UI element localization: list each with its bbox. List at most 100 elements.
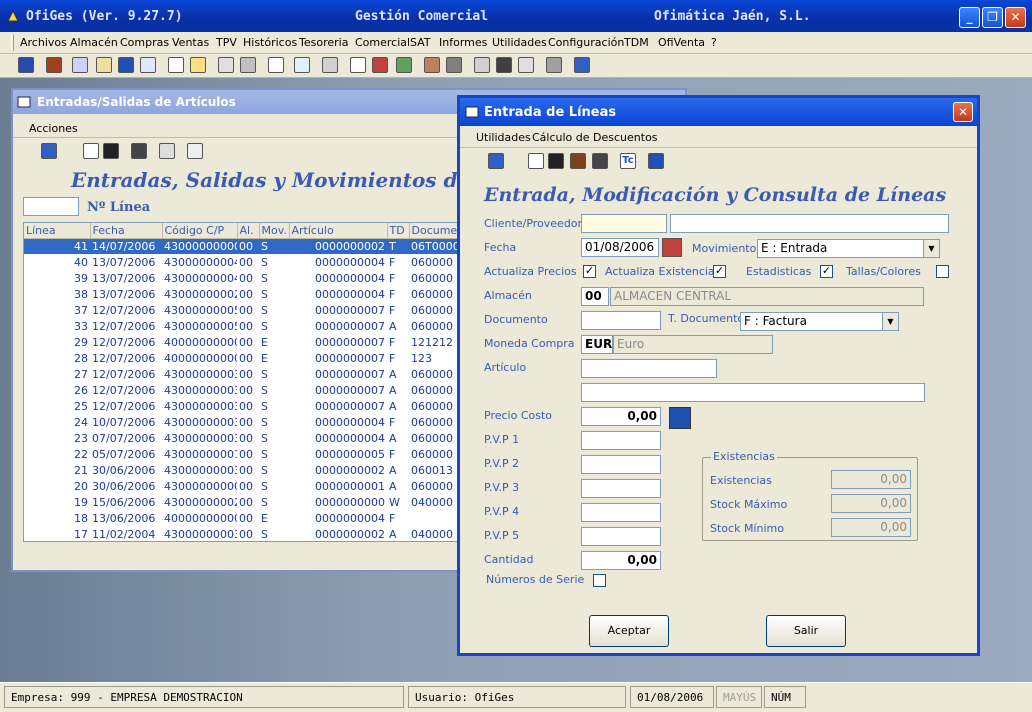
menu-utilidades-dialog[interactable]: Utilidades — [476, 131, 531, 144]
phone-icon[interactable] — [424, 57, 440, 73]
table-row[interactable]: 26 12/07/2006 43000000003 00 S 0000000007 A 060… — [24, 382, 462, 398]
invoice-icon[interactable] — [218, 57, 234, 73]
menu-tesoreria[interactable]: Tesoreria — [299, 36, 348, 49]
calculator-icon[interactable] — [118, 57, 134, 73]
printer-icon[interactable] — [474, 57, 490, 73]
new-document-icon[interactable] — [528, 153, 544, 169]
menu-ventas[interactable]: Ventas — [172, 36, 209, 49]
almacen-code-input[interactable]: 00 — [581, 287, 609, 306]
column-header[interactable]: Fecha — [90, 223, 163, 239]
column-header[interactable]: Al. — [237, 223, 260, 239]
dialog-close-button[interactable]: ✕ — [953, 102, 973, 122]
document-icon[interactable] — [168, 57, 184, 73]
movimiento-select[interactable]: E : Entrada ▼ — [757, 239, 940, 258]
line-number-input[interactable] — [23, 197, 79, 216]
transfer-icon[interactable] — [140, 57, 156, 73]
table-row[interactable]: 27 12/07/2006 43000000003 00 S 0000000007 A 060… — [24, 366, 462, 382]
table-row[interactable]: 37 12/07/2006 43000000005 00 S 0000000007 F 060… — [24, 302, 462, 318]
aceptar-button[interactable]: Aceptar — [589, 615, 669, 647]
menu-almacen[interactable]: Almacén — [70, 36, 118, 49]
salir-button[interactable]: Salir — [766, 615, 846, 647]
pin-icon[interactable] — [372, 57, 388, 73]
calendar-icon[interactable] — [662, 238, 682, 257]
help-book-icon[interactable] — [18, 57, 34, 73]
tc-icon[interactable]: Tc — [620, 153, 636, 169]
table-row[interactable]: 23 07/07/2006 43000000003 00 S 0000000004 A 060… — [24, 430, 462, 446]
forward-icon[interactable] — [159, 143, 175, 159]
table-row[interactable]: 20 30/06/2006 43000000000 00 S 0000000001 A 060… — [24, 478, 462, 494]
binoculars-icon[interactable] — [131, 143, 147, 159]
chevron-down-icon[interactable]: ▼ — [882, 313, 898, 330]
menu-ofiventa[interactable]: OfiVenta — [658, 36, 705, 49]
table-row[interactable]: 21 30/06/2006 43000000003 00 S 0000000002 A 060… — [24, 462, 462, 478]
binoculars-icon[interactable] — [592, 153, 608, 169]
minimize-button[interactable]: _ — [959, 7, 980, 28]
people-icon[interactable] — [72, 57, 88, 73]
pvp5-input[interactable] — [581, 527, 661, 546]
table-row[interactable]: 29 12/07/2006 40000000000 00 E 0000000007 F 121… — [24, 334, 462, 350]
pvp1-input[interactable] — [581, 431, 661, 450]
moneda-code-input[interactable]: EUR — [581, 335, 613, 354]
table-row[interactable]: 19 15/06/2006 43000000002 00 S 0000000000 W 040… — [24, 494, 462, 510]
movements-grid[interactable]: Línea Fecha Código C/P Al. Mov. Artículo TD Doc… — [23, 222, 463, 542]
exit-icon[interactable] — [41, 143, 57, 159]
menu-utilidades[interactable]: Utilidades — [492, 36, 547, 49]
list-icon[interactable] — [322, 57, 338, 73]
menu-help[interactable]: ? — [711, 36, 717, 49]
menu-comercial[interactable]: Comercial — [355, 36, 410, 49]
documento-input[interactable] — [581, 311, 661, 330]
terminal-icon[interactable] — [496, 57, 512, 73]
table-row[interactable]: 25 12/07/2006 43000000003 00 S 0000000007 A 060… — [24, 398, 462, 414]
menu-compras[interactable]: Compras — [120, 36, 169, 49]
table-row[interactable]: 24 10/07/2006 43000000003 00 S 0000000004 F 060… — [24, 414, 462, 430]
column-header[interactable]: Documen — [409, 223, 462, 239]
articulo-desc-input[interactable] — [581, 383, 925, 402]
table-row[interactable]: 39 13/07/2006 43000000004 00 S 0000000004 F 060… — [24, 270, 462, 286]
table-row[interactable]: 17 11/02/2004 43000000003 00 S 0000000002 A 040… — [24, 526, 462, 541]
cliente-code-input[interactable] — [581, 214, 667, 233]
table-row[interactable]: 33 12/07/2006 43000000005 00 S 0000000007 A 060… — [24, 318, 462, 334]
tools-icon[interactable] — [446, 57, 462, 73]
table-row[interactable]: 40 13/07/2006 43000000004 00 S 0000000004 F 060… — [24, 254, 462, 270]
chevron-down-icon[interactable]: ▼ — [923, 240, 939, 257]
column-header[interactable]: Artículo — [289, 223, 388, 239]
column-header[interactable]: TD — [387, 223, 410, 239]
tallas-checkbox[interactable] — [936, 265, 949, 278]
table-row[interactable]: 38 13/07/2006 43000000002 00 S 0000000004 F 060… — [24, 286, 462, 302]
actualiza-precios-checkbox[interactable]: ✓ — [583, 265, 596, 278]
search-doc-icon[interactable] — [294, 57, 310, 73]
close-app-button[interactable]: ✕ — [1005, 7, 1026, 28]
hourglass-icon[interactable] — [350, 57, 366, 73]
new-document-icon[interactable] — [83, 143, 99, 159]
articulo-code-input[interactable] — [581, 359, 717, 378]
person-icon[interactable] — [570, 153, 586, 169]
numeros-serie-checkbox[interactable] — [593, 574, 606, 587]
t-documento-select[interactable]: F : Factura ▼ — [740, 312, 899, 331]
column-header[interactable]: Código C/P — [162, 223, 238, 239]
pvp3-input[interactable] — [581, 479, 661, 498]
grid-icon[interactable] — [187, 143, 203, 159]
view-icon[interactable] — [103, 143, 119, 159]
report-icon[interactable] — [268, 57, 284, 73]
fecha-input[interactable]: 01/08/2006 — [581, 238, 659, 257]
menu-informes[interactable]: Informes — [439, 36, 487, 49]
key-icon[interactable] — [518, 57, 534, 73]
precio-costo-input[interactable]: 0,00 — [581, 407, 661, 426]
column-header[interactable]: Línea — [24, 223, 91, 239]
grid-icon[interactable] — [648, 153, 664, 169]
pvp4-input[interactable] — [581, 503, 661, 522]
pvp2-input[interactable] — [581, 455, 661, 474]
folder-icon[interactable] — [190, 57, 206, 73]
menu-calculo-descuentos[interactable]: Cálculo de Descuentos — [532, 131, 658, 144]
cliente-name-input[interactable] — [670, 214, 949, 233]
print-preview-icon[interactable] — [240, 57, 256, 73]
chart-icon[interactable] — [396, 57, 412, 73]
table-row[interactable]: 28 12/07/2006 40000000000 00 E 0000000007 F 123 — [24, 350, 462, 366]
umbrella-icon[interactable] — [546, 57, 562, 73]
column-header[interactable]: Mov. — [259, 223, 290, 239]
menu-configuracion[interactable]: Configuración — [548, 36, 624, 49]
menu-tpv[interactable]: TPV — [216, 36, 237, 49]
menu-archivos[interactable]: Archivos — [20, 36, 67, 49]
table-row[interactable]: 22 05/07/2006 43000000001 00 S 0000000005 F 060… — [24, 446, 462, 462]
calculator-icon[interactable] — [669, 407, 691, 429]
